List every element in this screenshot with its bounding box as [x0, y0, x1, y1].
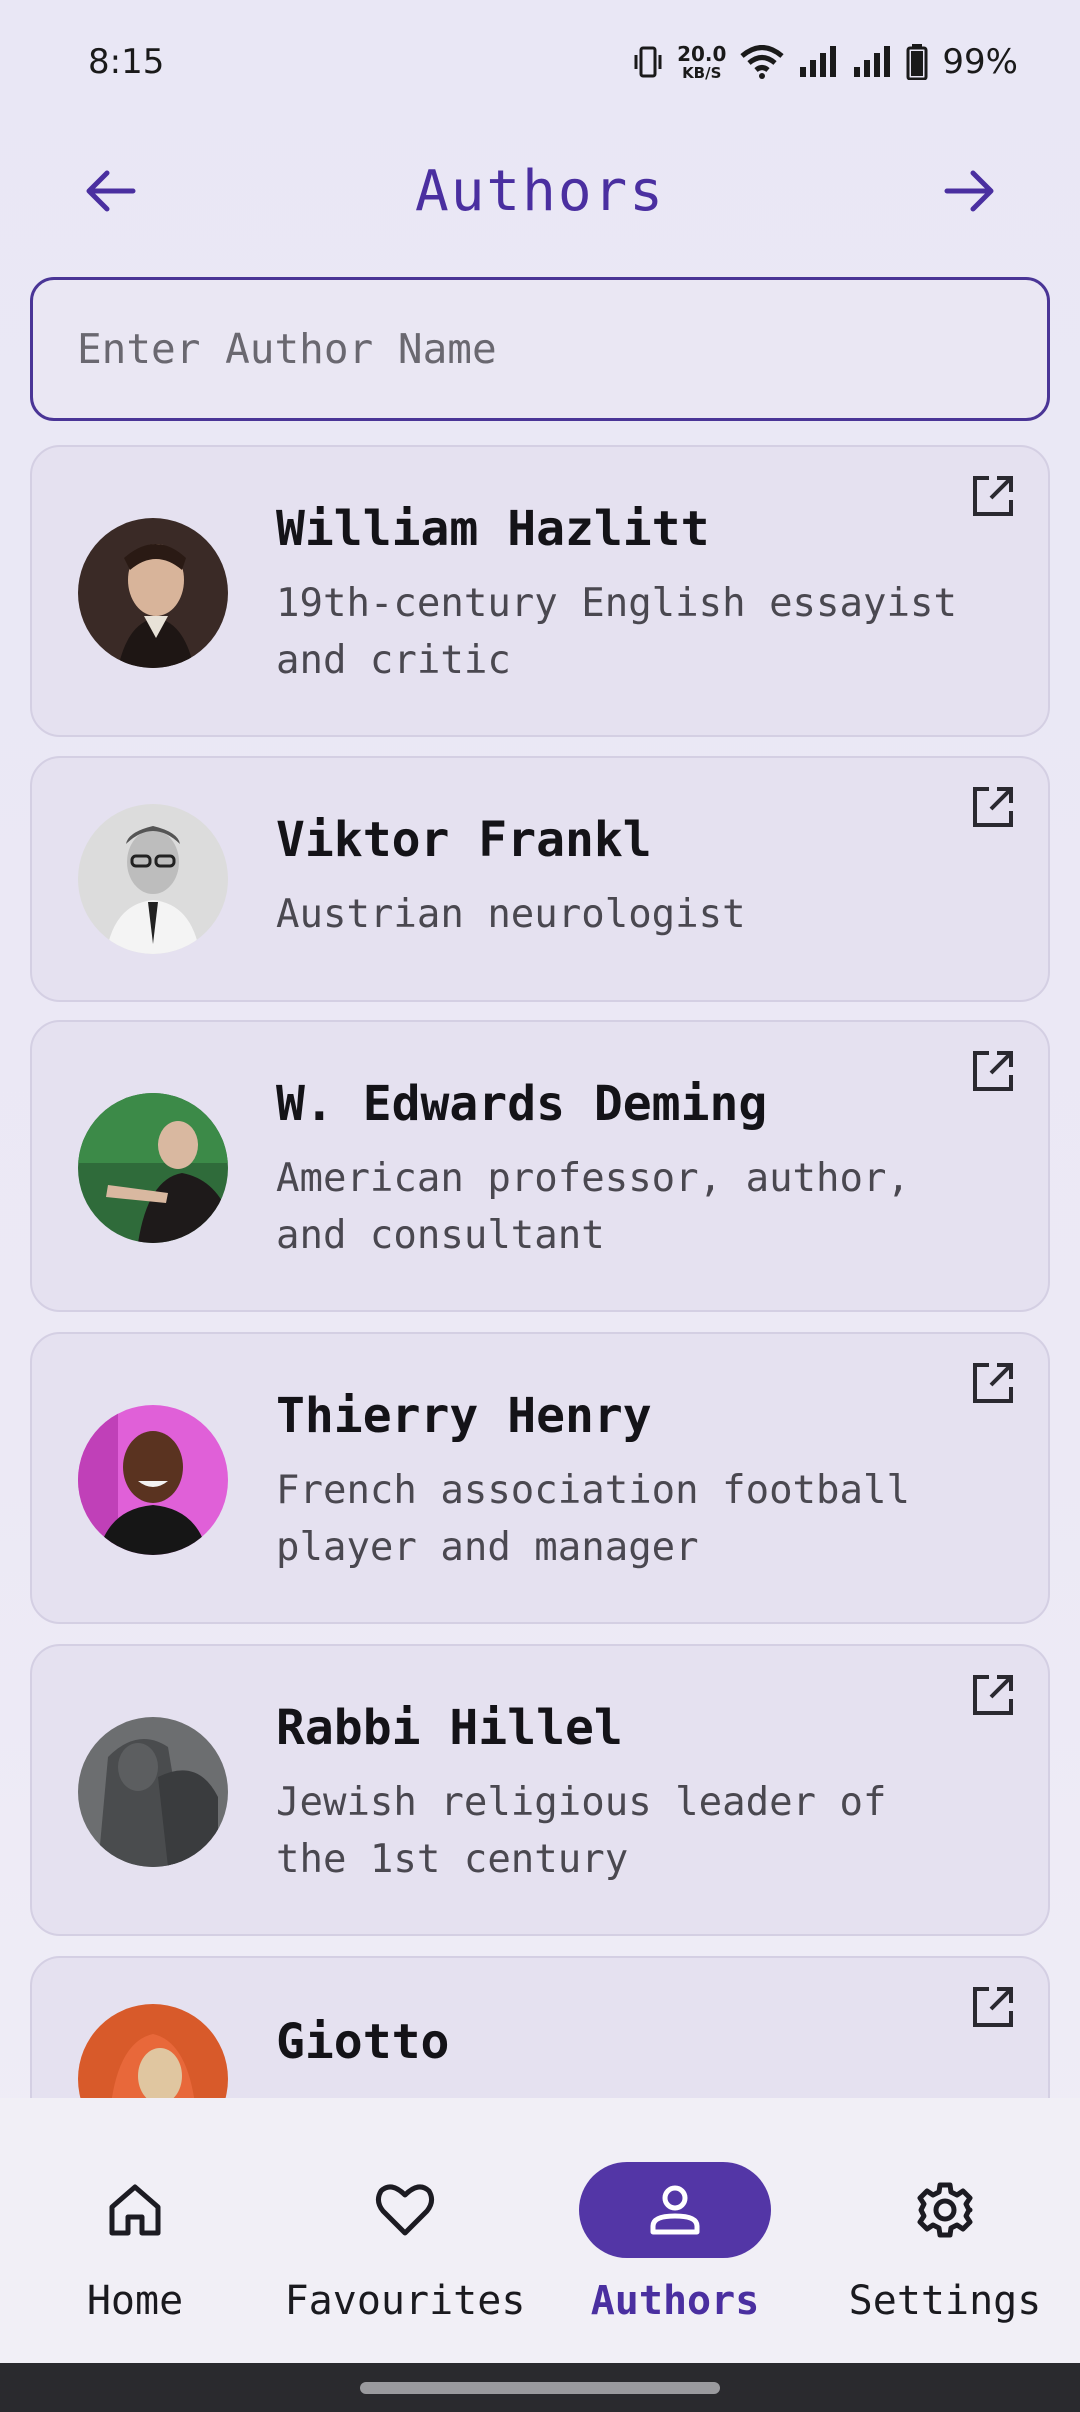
author-description: Jewish religious leader of the 1st centu…: [276, 1774, 996, 1888]
author-card-rabbi-hillel[interactable]: Rabbi Hillel Jewish religious leader of …: [30, 1644, 1050, 1936]
author-card-w-edwards-deming[interactable]: W. Edwards Deming American professor, au…: [30, 1020, 1050, 1312]
author-avatar: [78, 1093, 228, 1243]
signal-icon: [800, 46, 837, 77]
open-in-new-icon: [973, 1363, 1013, 1403]
nav-item-settings[interactable]: Settings: [810, 2098, 1080, 2363]
status-time: 8:15: [88, 42, 165, 82]
author-avatar: [78, 804, 228, 954]
home-icon: [109, 2184, 161, 2236]
nav-item-favourites[interactable]: Favourites: [270, 2098, 540, 2363]
nav-indicator: [309, 2162, 501, 2258]
author-avatar: [78, 518, 228, 668]
open-in-new-icon: [973, 1675, 1013, 1715]
open-in-new-icon: [973, 476, 1013, 516]
author-name: Giotto: [276, 2014, 450, 2070]
open-in-new-icon: [973, 787, 1013, 827]
author-card-viktor-frankl[interactable]: Viktor Frankl Austrian neurologist: [30, 756, 1050, 1002]
nav-item-authors[interactable]: Authors: [540, 2098, 810, 2363]
open-external-button[interactable]: [968, 1358, 1018, 1408]
author-card-william-hazlitt[interactable]: William Hazlitt 19th-century English ess…: [30, 445, 1050, 737]
author-description-line: the 1st century: [276, 1837, 629, 1882]
author-description-line: and consultant: [276, 1213, 605, 1258]
status-bar: 8:15 20.0 KB/S 99%: [0, 0, 1080, 124]
author-name: Thierry Henry: [276, 1388, 652, 1444]
netspeed-value: 20.0: [677, 41, 727, 66]
open-external-button[interactable]: [968, 1670, 1018, 1720]
open-external-button[interactable]: [968, 1046, 1018, 1096]
person-icon: [650, 2185, 700, 2235]
author-list[interactable]: William Hazlitt 19th-century English ess…: [0, 444, 1080, 2098]
author-name: W. Edwards Deming: [276, 1076, 768, 1132]
top-app-bar: Authors: [0, 124, 1080, 258]
system-gesture-bar: [0, 2363, 1080, 2412]
wifi-icon: [740, 45, 785, 79]
nav-label: Home: [86, 2278, 184, 2324]
author-card-thierry-henry[interactable]: Thierry Henry French association footbal…: [30, 1332, 1050, 1624]
network-speed: 20.0 KB/S: [677, 44, 726, 81]
author-search-input[interactable]: [77, 325, 1047, 373]
nav-item-home[interactable]: Home: [0, 2098, 270, 2363]
nav-label: Favourites: [284, 2278, 526, 2324]
gear-icon: [917, 2182, 973, 2238]
nav-label: Authors: [590, 2278, 760, 2324]
nav-indicator: [39, 2162, 231, 2258]
bottom-navigation: Home Favourites Authors Settings: [0, 2098, 1080, 2363]
open-external-button[interactable]: [968, 782, 1018, 832]
author-avatar: [78, 1717, 228, 1867]
author-description-line: Jewish religious leader of: [276, 1780, 887, 1825]
author-avatar: [78, 2004, 228, 2098]
search-field[interactable]: [30, 277, 1050, 421]
author-description-line: 19th-century English essayist: [276, 581, 957, 626]
nav-label: Settings: [848, 2278, 1042, 2324]
open-external-button[interactable]: [968, 471, 1018, 521]
home-gesture-handle[interactable]: [360, 2381, 720, 2394]
signal-icon-2: [854, 46, 891, 77]
battery-icon: [906, 44, 928, 80]
status-icons: 20.0 KB/S 99%: [633, 42, 1018, 82]
open-in-new-icon: [973, 1051, 1013, 1091]
author-description-line: American professor, author,: [276, 1156, 910, 1201]
author-description-line: Austrian neurologist: [276, 892, 746, 937]
author-card-giotto[interactable]: Giotto: [30, 1956, 1050, 2098]
author-description: French association football player and m…: [276, 1462, 996, 1576]
nav-indicator-active: [579, 2162, 771, 2258]
author-name: Rabbi Hillel: [276, 1700, 623, 1756]
author-description: 19th-century English essayist and critic: [276, 575, 996, 689]
arrow-left-icon: [86, 170, 136, 212]
author-description: American professor, author, and consulta…: [276, 1150, 996, 1264]
author-description-line: and critic: [276, 638, 511, 683]
page-title: Authors: [414, 158, 665, 224]
battery-percent: 99%: [942, 42, 1018, 82]
author-name: William Hazlitt: [276, 501, 710, 557]
author-description-line: player and manager: [276, 1525, 699, 1570]
heart-icon: [375, 2184, 435, 2236]
forward-button[interactable]: [936, 158, 1002, 224]
author-description: Austrian neurologist: [276, 886, 996, 943]
netspeed-unit: KB/S: [682, 63, 722, 82]
author-name: Viktor Frankl: [276, 812, 652, 868]
arrow-right-icon: [944, 170, 994, 212]
back-button[interactable]: [78, 158, 144, 224]
vibrate-icon: [634, 46, 662, 78]
author-description-line: French association football: [276, 1468, 910, 1513]
author-avatar: [78, 1405, 228, 1555]
open-external-button[interactable]: [968, 1982, 1018, 2032]
open-in-new-icon: [973, 1987, 1013, 2027]
nav-indicator: [849, 2162, 1041, 2258]
